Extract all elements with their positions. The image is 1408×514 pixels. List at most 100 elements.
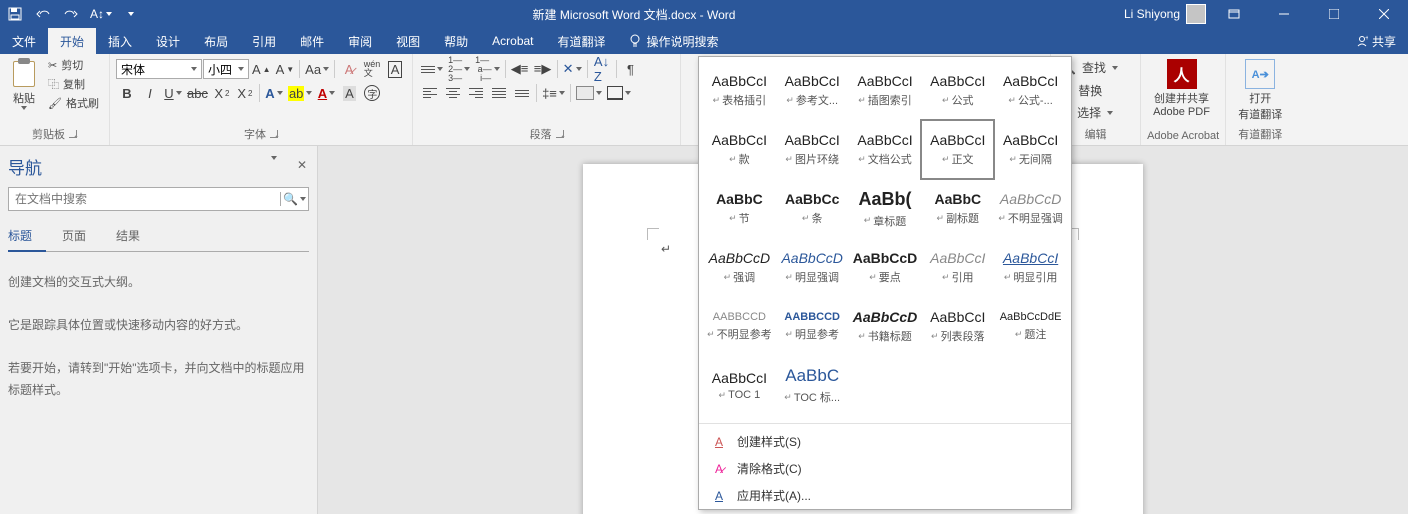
underline-button[interactable]: U: [162, 82, 184, 104]
align-right-button[interactable]: [465, 82, 487, 104]
style-item-3[interactable]: AaBbCcI↵公式: [922, 62, 993, 119]
style-item-17[interactable]: AaBbCcD↵要点: [850, 239, 921, 296]
style-item-6[interactable]: AaBbCcI↵图片环绕: [777, 121, 848, 178]
copy-button[interactable]: ⿻复制: [44, 75, 103, 93]
shading-button[interactable]: [574, 82, 604, 104]
style-item-1[interactable]: AaBbCcI↵参考文...: [777, 62, 848, 119]
style-item-13[interactable]: AaBbC↵副标题: [922, 180, 993, 237]
subscript-button[interactable]: X2: [211, 82, 233, 104]
nav-tab-results[interactable]: 结果: [116, 223, 154, 251]
style-item-4[interactable]: AaBbCcI↵公式-...: [995, 62, 1066, 119]
style-item-12[interactable]: AaBb(↵章标题: [850, 180, 921, 237]
style-item-19[interactable]: AaBbCcI↵明显引用: [995, 239, 1066, 296]
strikethrough-button[interactable]: abc: [185, 82, 210, 104]
align-left-button[interactable]: [419, 82, 441, 104]
style-item-21[interactable]: AABBCCD↵明显参考: [777, 298, 848, 355]
tell-me-search[interactable]: 操作说明搜索: [628, 28, 719, 54]
font-color-button[interactable]: A: [315, 82, 337, 104]
align-center-button[interactable]: [442, 82, 464, 104]
close-button[interactable]: [1362, 0, 1406, 28]
redo-icon[interactable]: [62, 5, 80, 23]
bold-button[interactable]: B: [116, 82, 138, 104]
tab-view[interactable]: 视图: [384, 28, 432, 54]
nav-tab-headings[interactable]: 标题: [8, 223, 46, 252]
borders-button[interactable]: [605, 82, 633, 104]
style-item-20[interactable]: AABBCCD↵不明显参考: [704, 298, 775, 355]
tab-help[interactable]: 帮助: [432, 28, 480, 54]
style-item-2[interactable]: AaBbCcI↵插图索引: [850, 62, 921, 119]
style-item-15[interactable]: AaBbCcD↵强调: [704, 239, 775, 296]
change-case-button[interactable]: Aa: [303, 58, 331, 80]
tab-review[interactable]: 审阅: [336, 28, 384, 54]
style-item-5[interactable]: AaBbCcI↵款: [704, 121, 775, 178]
tab-insert[interactable]: 插入: [96, 28, 144, 54]
nav-search-button[interactable]: 🔍: [280, 192, 308, 206]
user-avatar-icon[interactable]: [1186, 4, 1206, 24]
enclose-char-button[interactable]: 字: [361, 82, 383, 104]
style-item-25[interactable]: AaBbCcI↵TOC 1: [704, 357, 775, 414]
nav-dropdown-icon[interactable]: [271, 160, 277, 174]
bullets-button[interactable]: [419, 58, 445, 80]
paragraph-launcher[interactable]: [556, 130, 564, 138]
paste-button[interactable]: 粘贴: [6, 56, 42, 112]
qat-customize-icon[interactable]: [122, 5, 140, 23]
style-item-22[interactable]: AaBbCcD↵书籍标题: [850, 298, 921, 355]
undo-icon[interactable]: [34, 5, 52, 23]
decrease-indent-button[interactable]: ◀≡: [509, 58, 531, 80]
style-item-9[interactable]: AaBbCcI↵无间隔: [995, 121, 1066, 178]
style-item-7[interactable]: AaBbCcI↵文档公式: [850, 121, 921, 178]
multilevel-list-button[interactable]: 1— a— i—: [473, 58, 502, 80]
align-justify-button[interactable]: [488, 82, 510, 104]
nav-close-button[interactable]: ✕: [297, 158, 307, 172]
style-item-11[interactable]: AaBbCc↵条: [777, 180, 848, 237]
style-item-10[interactable]: AaBbC↵节: [704, 180, 775, 237]
font-launcher[interactable]: [270, 130, 278, 138]
create-style-menuitem[interactable]: A 创建样式(S): [699, 428, 1071, 455]
tab-file[interactable]: 文件: [0, 28, 48, 54]
apply-styles-menuitem[interactable]: A 应用样式(A)...: [699, 482, 1071, 509]
show-marks-button[interactable]: ¶: [620, 58, 642, 80]
style-item-16[interactable]: AaBbCcD↵明显强调: [777, 239, 848, 296]
numbering-button[interactable]: 1—2—3—: [446, 58, 472, 80]
user-name[interactable]: Li Shiyong: [1124, 7, 1180, 21]
nav-tab-pages[interactable]: 页面: [62, 223, 100, 251]
tab-layout[interactable]: 布局: [192, 28, 240, 54]
tab-references[interactable]: 引用: [240, 28, 288, 54]
style-item-0[interactable]: AaBbCcI↵表格插引: [704, 62, 775, 119]
grow-font-button[interactable]: A▲: [250, 58, 273, 80]
tab-yodao[interactable]: 有道翻译: [546, 28, 618, 54]
share-button[interactable]: + 共享: [1344, 28, 1408, 54]
italic-button[interactable]: I: [139, 82, 161, 104]
style-item-24[interactable]: AaBbCcDdE↵题注: [995, 298, 1066, 355]
phonetic-guide-button[interactable]: wén文: [361, 58, 383, 80]
touch-mode-icon[interactable]: A↕: [90, 5, 112, 23]
font-name-combo[interactable]: 宋体: [116, 59, 202, 79]
clear-formatting-button[interactable]: A̷: [338, 58, 360, 80]
style-item-23[interactable]: AaBbCcI↵列表段落: [922, 298, 993, 355]
open-yodao-button[interactable]: A➔ 打开 有道翻译: [1232, 56, 1288, 124]
char-border-button[interactable]: A: [384, 58, 406, 80]
sort-button[interactable]: A↓Z: [591, 58, 613, 80]
font-size-combo[interactable]: 小四: [203, 59, 249, 79]
cut-button[interactable]: ✂剪切: [44, 56, 103, 74]
tab-home[interactable]: 开始: [48, 28, 96, 54]
tab-acrobat[interactable]: Acrobat: [480, 28, 545, 54]
line-spacing-button[interactable]: ‡≡: [540, 82, 567, 104]
align-distribute-button[interactable]: [511, 82, 533, 104]
tab-mailings[interactable]: 邮件: [288, 28, 336, 54]
tab-design[interactable]: 设计: [144, 28, 192, 54]
asian-layout-button[interactable]: ✕: [561, 58, 584, 80]
clipboard-launcher[interactable]: [69, 130, 77, 138]
highlight-button[interactable]: ab: [286, 82, 314, 104]
superscript-button[interactable]: X2: [234, 82, 256, 104]
maximize-button[interactable]: [1312, 0, 1356, 28]
char-shading-button[interactable]: A: [338, 82, 360, 104]
create-share-pdf-button[interactable]: 人 创建并共享 Adobe PDF: [1147, 56, 1216, 120]
text-effects-button[interactable]: A: [263, 82, 285, 104]
style-item-8[interactable]: AaBbCcI↵正文: [922, 121, 993, 178]
shrink-font-button[interactable]: A▼: [274, 58, 297, 80]
style-item-18[interactable]: AaBbCcI↵引用: [922, 239, 993, 296]
clear-format-menuitem[interactable]: A̷ 清除格式(C): [699, 455, 1071, 482]
minimize-button[interactable]: [1262, 0, 1306, 28]
style-item-26[interactable]: AaBbC↵TOC 标...: [777, 357, 848, 414]
